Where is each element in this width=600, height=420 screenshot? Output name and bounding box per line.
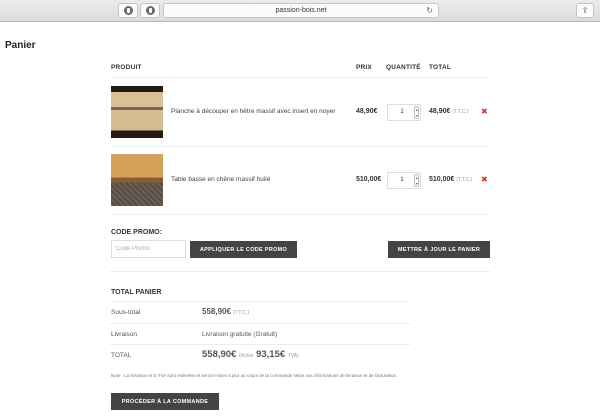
shipping-label: Livraison [111, 331, 138, 338]
shipping-note: Note : La livraison et la TVA sont estim… [111, 373, 398, 378]
quantity-value[interactable]: 1 [388, 105, 416, 120]
divider [110, 323, 410, 324]
spinner-icon[interactable]: ▲ ▼ [414, 106, 419, 119]
divider [110, 77, 490, 78]
product-price: 48,90€ [356, 108, 378, 115]
remove-icon[interactable]: ✖ [481, 175, 488, 184]
cart-total-title: TOTAL PANIER [111, 289, 162, 296]
line-total: 48,90€ (T.T.C.) [429, 108, 469, 115]
header-total: TOTAL [429, 64, 452, 71]
promo-input[interactable] [111, 240, 186, 258]
info-icon[interactable] [140, 3, 160, 18]
line-total: 510,00€ (T.T.C.) [429, 176, 473, 183]
divider [110, 344, 410, 345]
header-product: PRODUIT [111, 64, 142, 71]
privacy-icon[interactable] [118, 3, 138, 18]
product-name[interactable]: Table basse en chêne massif huilé [171, 176, 270, 183]
total-value: 558,90€ (inclus 93,15€ TVA) [202, 349, 299, 360]
divider [110, 146, 490, 147]
address-text: passion-bois.net [275, 7, 327, 14]
product-thumbnail[interactable] [111, 154, 163, 206]
checkout-button[interactable]: PROCÉDER À LA COMMANDE [111, 393, 219, 410]
divider [110, 301, 410, 302]
divider [110, 214, 490, 215]
header-quantity: QUANTITÉ [386, 64, 421, 71]
quantity-value[interactable]: 1 [388, 173, 416, 188]
product-thumbnail[interactable] [111, 86, 163, 138]
header-price: PRIX [356, 64, 372, 71]
product-price: 510,00€ [356, 176, 382, 183]
remove-icon[interactable]: ✖ [481, 107, 488, 116]
update-cart-button[interactable]: METTRE À JOUR LE PANIER [388, 241, 490, 258]
total-label: TOTAL [111, 352, 132, 359]
subtotal-label: Sous-total [111, 309, 141, 316]
quantity-stepper[interactable]: 1 ▲ ▼ [387, 104, 421, 121]
browser-toolbar: passion-bois.net ↻ ⇪ [0, 0, 600, 22]
reload-icon[interactable]: ↻ [426, 4, 433, 18]
page-title: Panier [5, 40, 36, 51]
spinner-icon[interactable]: ▲ ▼ [414, 174, 419, 187]
promo-label: CODE PROMO: [111, 229, 162, 236]
product-name[interactable]: Planche à découper en hêtre massif avec … [171, 108, 335, 115]
share-icon[interactable]: ⇪ [576, 3, 594, 18]
shipping-value: Livraison gratuite (Gratuit) [202, 331, 278, 338]
quantity-stepper[interactable]: 1 ▲ ▼ [387, 172, 421, 189]
address-bar[interactable]: passion-bois.net ↻ [163, 3, 439, 18]
subtotal-value: 558,90€ (T.T.C.) [202, 307, 249, 316]
divider [110, 271, 490, 272]
apply-promo-button[interactable]: APPLIQUER LE CODE PROMO [190, 241, 297, 258]
